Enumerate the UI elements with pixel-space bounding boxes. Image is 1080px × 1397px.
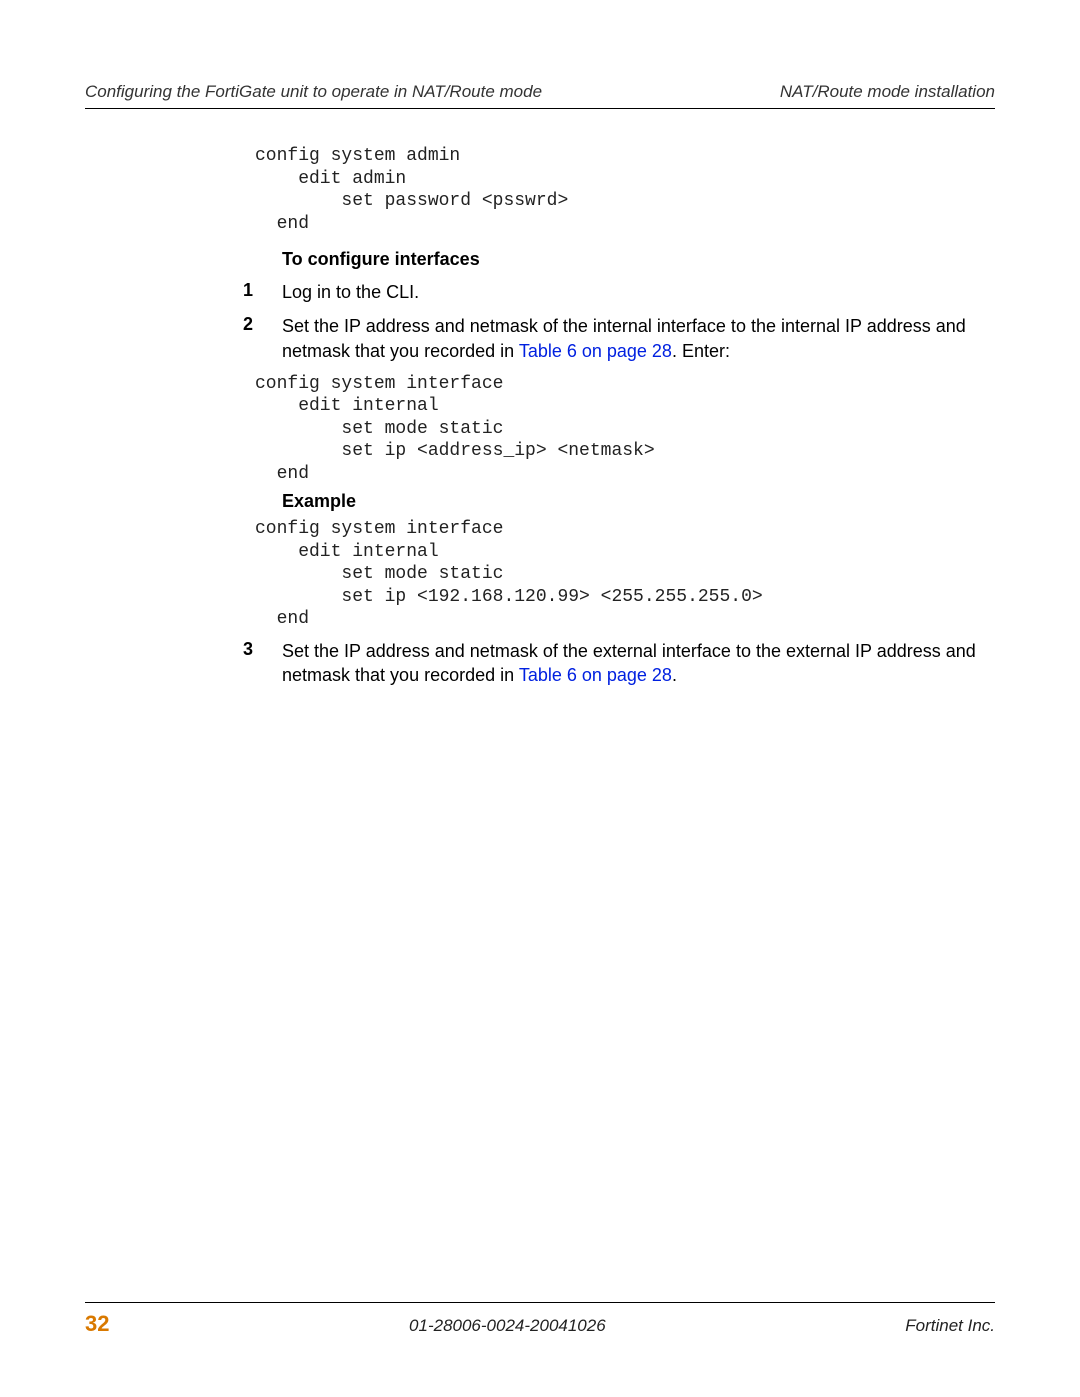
step-2: 2 Set the IP address and netmask of the … xyxy=(237,314,995,363)
step-text: Set the IP address and netmask of the ex… xyxy=(282,639,995,688)
code-block-admin: config system admin edit admin set passw… xyxy=(237,145,995,235)
header-right: NAT/Route mode installation xyxy=(780,82,995,102)
heading-configure-interfaces: To configure interfaces xyxy=(237,249,995,270)
code-block-interface-generic: config system interface edit internal se… xyxy=(237,373,995,486)
table-link[interactable]: Table 6 on page 28 xyxy=(519,665,672,685)
page-number: 32 xyxy=(85,1311,109,1337)
step-text-before: Log in to the CLI. xyxy=(282,282,419,302)
step-text: Set the IP address and netmask of the in… xyxy=(282,314,995,363)
step-3: 3 Set the IP address and netmask of the … xyxy=(237,639,995,688)
step-text-after: . Enter: xyxy=(672,341,730,361)
step-text-after: . xyxy=(672,665,677,685)
step-number: 3 xyxy=(237,639,282,660)
page-content: config system admin edit admin set passw… xyxy=(85,145,995,687)
step-number: 1 xyxy=(237,280,282,301)
page-header: Configuring the FortiGate unit to operat… xyxy=(85,82,995,109)
header-left: Configuring the FortiGate unit to operat… xyxy=(85,82,542,102)
step-number: 2 xyxy=(237,314,282,335)
step-1: 1 Log in to the CLI. xyxy=(237,280,995,304)
code-block-interface-example: config system interface edit internal se… xyxy=(237,518,995,631)
document-id: 01-28006-0024-20041026 xyxy=(409,1316,606,1336)
step-text: Log in to the CLI. xyxy=(282,280,995,304)
company-name: Fortinet Inc. xyxy=(905,1316,995,1336)
page-footer: 32 01-28006-0024-20041026 Fortinet Inc. xyxy=(85,1302,995,1337)
heading-example: Example xyxy=(237,491,995,512)
table-link[interactable]: Table 6 on page 28 xyxy=(519,341,672,361)
